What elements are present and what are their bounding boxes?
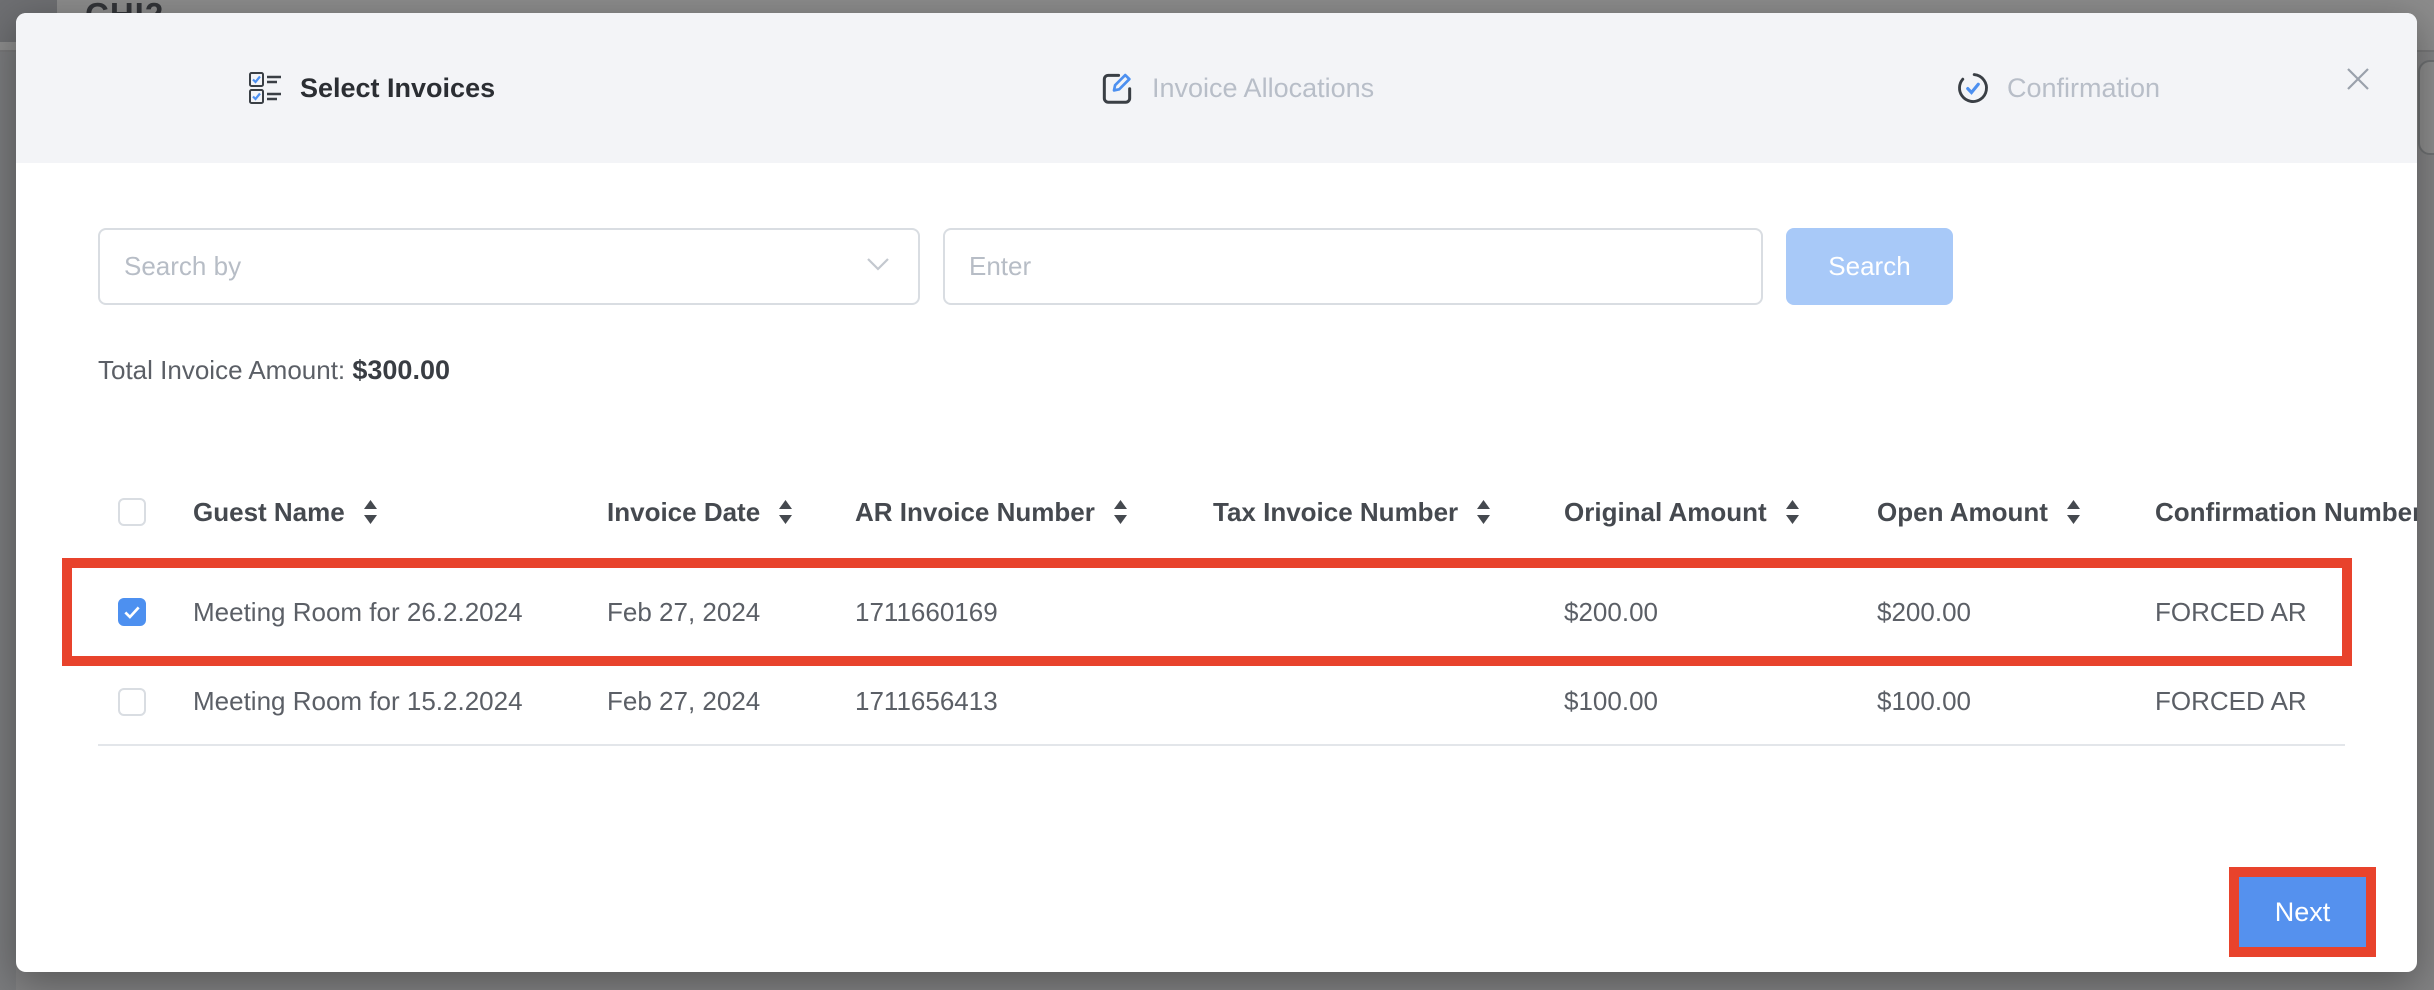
- sort-icon[interactable]: [778, 500, 793, 524]
- original-amount-cell: $100.00: [1564, 686, 1877, 717]
- step-invoice-allocations[interactable]: Invoice Allocations: [1098, 13, 1374, 163]
- confirmation-cell: FORCED AR: [2155, 686, 2417, 717]
- original-amount-cell: $200.00: [1564, 597, 1877, 628]
- table-row[interactable]: Meeting Room for 26.2.2024 Feb 27, 2024 …: [98, 566, 2417, 658]
- column-header-invoice-date[interactable]: Invoice Date: [607, 497, 855, 528]
- wizard-steps-header: Select Invoices Invoice Allocations Conf…: [16, 13, 2417, 163]
- row-checkbox-unchecked[interactable]: [118, 688, 146, 716]
- confirmation-cell: FORCED AR: [2155, 597, 2417, 628]
- invoice-date-cell: Feb 27, 2024: [607, 597, 855, 628]
- ar-invoice-number-cell: 1711656413: [855, 686, 1213, 717]
- column-header-guest-name[interactable]: Guest Name: [193, 497, 607, 528]
- total-invoice-amount: Total Invoice Amount: $300.00: [98, 355, 450, 386]
- total-label: Total Invoice Amount:: [98, 355, 345, 385]
- sort-icon[interactable]: [1113, 500, 1128, 524]
- invoice-date-cell: Feb 27, 2024: [607, 686, 855, 717]
- next-button[interactable]: Next: [2239, 877, 2366, 947]
- checklist-icon: [248, 70, 284, 106]
- sort-icon[interactable]: [1476, 500, 1491, 524]
- guest-name-cell: Meeting Room for 26.2.2024: [193, 597, 607, 628]
- column-header-open-amount[interactable]: Open Amount: [1877, 497, 2155, 528]
- column-header-ar-invoice-number[interactable]: AR Invoice Number: [855, 497, 1213, 528]
- search-button[interactable]: Search: [1786, 228, 1953, 305]
- column-header-original-amount[interactable]: Original Amount: [1564, 497, 1877, 528]
- table-row[interactable]: Meeting Room for 15.2.2024 Feb 27, 2024 …: [98, 658, 2417, 745]
- step-confirmation[interactable]: Confirmation: [1955, 13, 2160, 163]
- row-divider: [98, 744, 2345, 746]
- invoice-table-header: Guest Name Invoice Date AR Invoice Numbe…: [98, 480, 2417, 544]
- search-by-placeholder: Search by: [124, 251, 241, 282]
- step-label: Confirmation: [2007, 73, 2160, 104]
- select-all-checkbox[interactable]: [118, 498, 146, 526]
- edit-square-icon: [1098, 69, 1136, 107]
- step-label: Select Invoices: [300, 73, 495, 104]
- total-value: $300.00: [352, 355, 450, 385]
- row-checkbox-checked[interactable]: [118, 598, 146, 626]
- ar-invoice-number-cell: 1711660169: [855, 597, 1213, 628]
- column-header-tax-invoice-number[interactable]: Tax Invoice Number: [1213, 497, 1564, 528]
- search-by-select[interactable]: Search by: [98, 228, 920, 305]
- chevron-down-icon: [866, 257, 890, 277]
- check-circle-icon: [1955, 70, 1991, 106]
- search-value-input[interactable]: [943, 228, 1763, 305]
- sort-icon[interactable]: [2066, 500, 2081, 524]
- sort-icon[interactable]: [363, 500, 378, 524]
- column-header-confirmation-number[interactable]: Confirmation Number: [2155, 497, 2417, 528]
- close-icon[interactable]: [2340, 61, 2376, 97]
- step-select-invoices[interactable]: Select Invoices: [248, 13, 495, 163]
- guest-name-cell: Meeting Room for 15.2.2024: [193, 686, 607, 717]
- open-amount-cell: $200.00: [1877, 597, 2155, 628]
- next-button-highlight-box: Next: [2229, 867, 2376, 957]
- search-row: Search by Search: [98, 228, 1953, 305]
- select-invoices-modal: Select Invoices Invoice Allocations Conf…: [16, 13, 2417, 972]
- sort-icon[interactable]: [1785, 500, 1800, 524]
- open-amount-cell: $100.00: [1877, 686, 2155, 717]
- step-label: Invoice Allocations: [1152, 73, 1374, 104]
